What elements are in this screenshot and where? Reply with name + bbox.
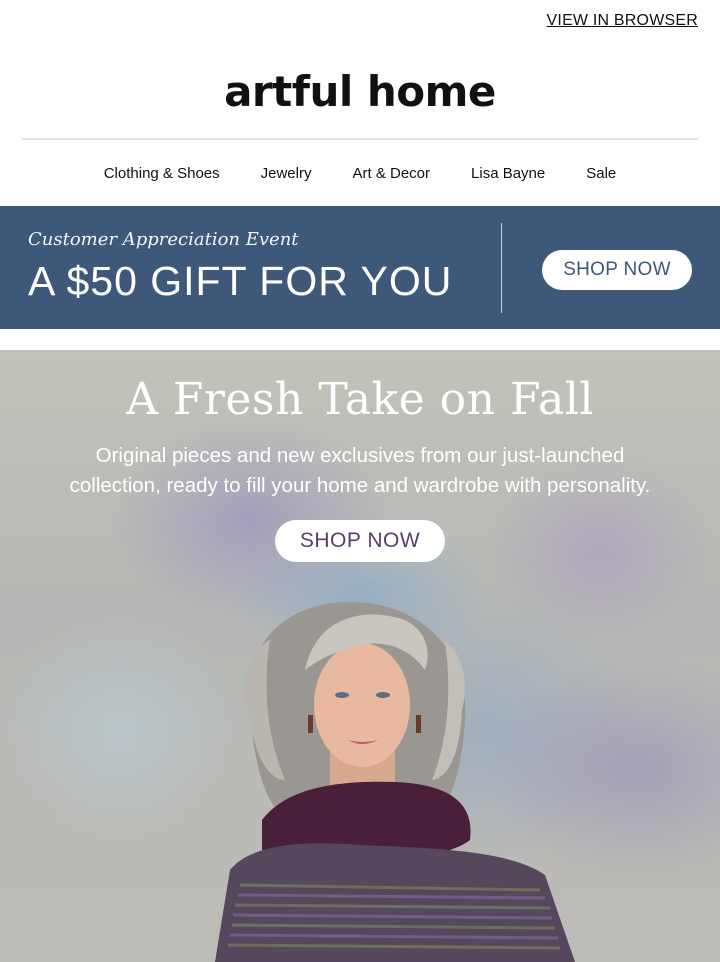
top-bar: VIEW IN BROWSER — [0, 0, 720, 44]
main-nav: Clothing & Shoes Jewelry Art & Decor Lis… — [0, 140, 720, 206]
view-in-browser-link[interactable]: VIEW IN BROWSER — [547, 12, 698, 30]
hero-description-line-2: collection, ready to fill your home and … — [69, 474, 651, 497]
hero-description: Original pieces and new exclusives from … — [20, 441, 700, 501]
promo-divider — [501, 223, 502, 313]
nav-item-lisa-bayne[interactable]: Lisa Bayne — [471, 165, 545, 182]
promo-kicker: Customer Appreciation Event — [28, 229, 299, 250]
brand-logo[interactable]: artful home — [0, 66, 720, 118]
nav-item-sale[interactable]: Sale — [586, 165, 616, 182]
nav-item-jewelry[interactable]: Jewelry — [261, 165, 312, 182]
email-header: VIEW IN BROWSER artful home Clothing & S… — [0, 0, 720, 206]
nav-item-clothing-shoes[interactable]: Clothing & Shoes — [104, 165, 220, 182]
hero-description-line-1: Original pieces and new exclusives from … — [95, 444, 625, 467]
hero-shop-now-button[interactable]: SHOP NOW — [275, 520, 445, 562]
hero-banner[interactable]: A Fresh Take on Fall Original pieces and… — [0, 350, 720, 962]
promo-shop-now-button[interactable]: SHOP NOW — [542, 250, 692, 290]
nav-item-art-decor[interactable]: Art & Decor — [352, 165, 430, 182]
spacer — [0, 329, 720, 350]
promo-banner[interactable]: Customer Appreciation Event A $50 GIFT F… — [0, 206, 720, 329]
hero-title: A Fresh Take on Fall — [126, 374, 594, 425]
promo-headline: A $50 GIFT FOR YOU — [28, 258, 453, 304]
